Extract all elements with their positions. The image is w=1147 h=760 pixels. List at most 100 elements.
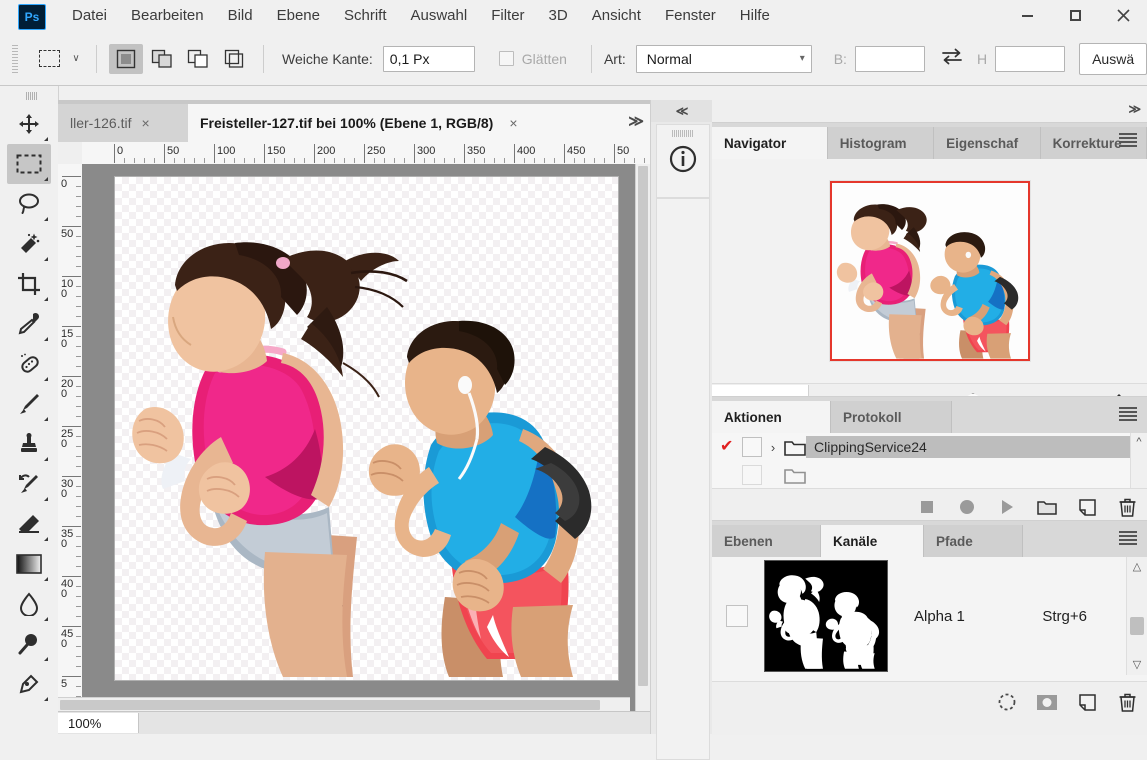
tool-preset-chevron-down-icon[interactable]: ∨	[68, 53, 84, 64]
canvas[interactable]	[114, 176, 619, 681]
action-row-clippingservice24[interactable]: ✔ › ClippingService24	[712, 433, 1147, 461]
panel-menu-icon[interactable]	[1119, 133, 1137, 147]
horizontal-ruler[interactable]: 05010015020025030035040045050	[82, 142, 650, 165]
chevron-up-icon[interactable]: ^	[1131, 433, 1147, 448]
collapse-panels-button[interactable]: ≪	[651, 100, 713, 122]
antialias-checkbox[interactable]	[499, 51, 514, 66]
load-channel-as-selection-button[interactable]	[987, 685, 1027, 719]
chevron-up-icon[interactable]: △	[1127, 557, 1147, 575]
menu-3d[interactable]: 3D	[537, 0, 580, 32]
tools-panel-grip[interactable]	[26, 92, 38, 100]
style-select[interactable]: Normal ▾	[636, 45, 812, 73]
move-tool[interactable]	[7, 104, 51, 144]
menu-hilfe[interactable]: Hilfe	[728, 0, 782, 32]
info-circle-icon[interactable]	[669, 145, 697, 178]
tab-navigator[interactable]: Navigator	[712, 127, 828, 159]
delete-button[interactable]	[1107, 490, 1147, 524]
play-button[interactable]	[987, 490, 1027, 524]
tab-kanaele[interactable]: Kanäle	[821, 525, 924, 557]
navigator-thumbnail[interactable]	[829, 180, 1031, 362]
subtract-from-selection-button[interactable]	[181, 44, 215, 74]
tab-aktionen[interactable]: Aktionen	[712, 401, 831, 433]
horizontal-scrollbar-thumb[interactable]	[60, 700, 600, 710]
minimize-button[interactable]	[1003, 0, 1051, 31]
actions-scrollbar[interactable]: ^	[1130, 433, 1147, 488]
document-tabs-overflow-icon[interactable]: ≫	[628, 112, 644, 130]
rectangular-marquee-tool[interactable]	[7, 144, 51, 184]
brush-tool[interactable]	[7, 384, 51, 424]
crop-tool[interactable]	[7, 264, 51, 304]
tab-pfade[interactable]: Pfade	[924, 525, 1023, 557]
save-selection-as-channel-button[interactable]	[1027, 685, 1067, 719]
tab-histogram[interactable]: Histogram	[828, 127, 934, 159]
channels-scrollbar[interactable]: △ ▽	[1126, 557, 1147, 675]
expand-panels-button[interactable]: ≫	[1128, 102, 1141, 116]
document-tab-freisteller-127[interactable]: Freisteller-127.tif bei 100% (Ebene 1, R…	[188, 104, 665, 142]
menu-bearbeiten[interactable]: Bearbeiten	[119, 0, 216, 32]
chevron-down-icon[interactable]: ▽	[1127, 655, 1147, 673]
close-icon[interactable]: ×	[141, 115, 149, 131]
channel-row-alpha-1[interactable]: Alpha 1 Strg+6	[712, 557, 1147, 675]
channels-list[interactable]: Alpha 1 Strg+6 △ ▽	[712, 557, 1147, 681]
eyedropper-tool[interactable]	[7, 304, 51, 344]
navigator-preview[interactable]	[712, 159, 1147, 383]
quick-selection-tool[interactable]	[7, 224, 51, 264]
dodge-tool[interactable]	[7, 624, 51, 664]
action-set-name[interactable]: ClippingService24	[806, 436, 1147, 458]
menu-auswahl[interactable]: Auswahl	[399, 0, 480, 32]
refine-edge-button[interactable]: Auswä	[1079, 43, 1147, 75]
healing-brush-tool[interactable]	[7, 344, 51, 384]
vertical-scrollbar[interactable]	[635, 164, 650, 712]
pen-tool[interactable]	[7, 664, 51, 704]
action-row-partial[interactable]	[712, 461, 1147, 488]
channels-scrollbar-thumb[interactable]	[1130, 617, 1144, 635]
info-panel-icon-card[interactable]	[656, 124, 710, 198]
height-input[interactable]	[995, 46, 1065, 72]
stop-button[interactable]	[907, 490, 947, 524]
delete-channel-button[interactable]	[1107, 685, 1147, 719]
swap-arrows-icon[interactable]	[941, 47, 963, 70]
vertical-scrollbar-thumb[interactable]	[638, 166, 648, 686]
canvas-area[interactable]	[82, 164, 650, 712]
history-brush-tool[interactable]	[7, 464, 51, 504]
menu-fenster[interactable]: Fenster	[653, 0, 728, 32]
clone-stamp-tool[interactable]	[7, 424, 51, 464]
width-input[interactable]	[855, 46, 925, 72]
maximize-button[interactable]	[1051, 0, 1099, 31]
active-tool-preset-icon[interactable]	[34, 45, 64, 73]
navigator-view-box[interactable]	[830, 181, 1030, 361]
intersect-with-selection-button[interactable]	[217, 44, 251, 74]
actions-list[interactable]: ✔ › ClippingService24	[712, 433, 1147, 488]
ruler-corner[interactable]	[58, 142, 83, 165]
gradient-tool[interactable]	[7, 544, 51, 584]
menu-ansicht[interactable]: Ansicht	[580, 0, 653, 32]
close-icon[interactable]: ×	[509, 115, 517, 131]
tab-eigenschaften[interactable]: Eigenschaf	[934, 127, 1040, 159]
blur-tool[interactable]	[7, 584, 51, 624]
panel-menu-icon[interactable]	[1119, 531, 1137, 545]
action-dialog-toggle-box[interactable]	[742, 465, 762, 485]
new-action-button[interactable]	[1067, 490, 1107, 524]
tab-protokoll[interactable]: Protokoll	[831, 401, 952, 433]
eraser-tool[interactable]	[7, 504, 51, 544]
chevron-right-icon[interactable]: ›	[762, 440, 784, 455]
zoom-level-field[interactable]: 100%	[58, 713, 139, 733]
lasso-tool[interactable]	[7, 184, 51, 224]
record-button[interactable]	[947, 490, 987, 524]
menu-ebene[interactable]: Ebene	[265, 0, 332, 32]
new-set-button[interactable]	[1027, 490, 1067, 524]
horizontal-scrollbar[interactable]	[58, 697, 630, 712]
close-button[interactable]	[1099, 0, 1147, 31]
menu-schrift[interactable]: Schrift	[332, 0, 399, 32]
add-to-selection-button[interactable]	[145, 44, 179, 74]
action-enabled-checkmark-icon[interactable]: ✔	[720, 439, 738, 455]
new-selection-button[interactable]	[109, 44, 143, 74]
channel-thumbnail-alpha-1[interactable]	[764, 560, 888, 672]
action-dialog-toggle-box[interactable]	[742, 437, 762, 457]
channel-visibility-toggle[interactable]	[726, 605, 748, 627]
vertical-ruler[interactable]: 0501001502002503003504004505	[58, 164, 83, 712]
feather-input[interactable]: 0,1 Px	[383, 46, 475, 72]
menu-filter[interactable]: Filter	[479, 0, 536, 32]
tab-ebenen[interactable]: Ebenen	[712, 525, 821, 557]
menu-bild[interactable]: Bild	[216, 0, 265, 32]
